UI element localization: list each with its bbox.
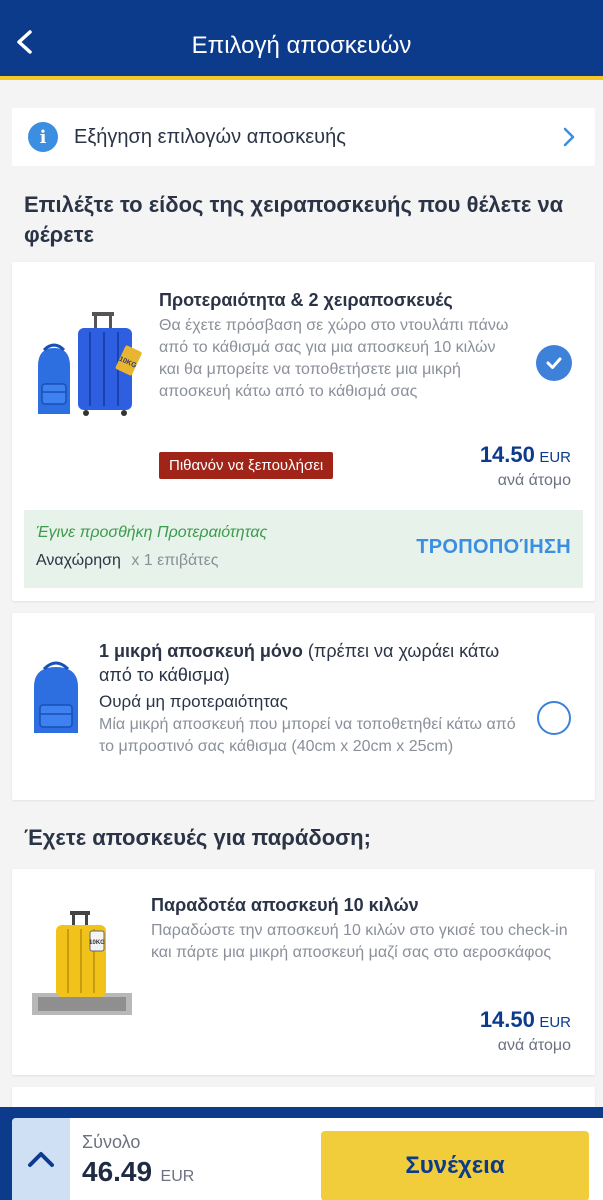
total-amount: 46.49 — [82, 1156, 153, 1187]
checked-bag-price-currency: EUR — [539, 1014, 571, 1031]
priority-bags-illustration: 10KG — [38, 312, 142, 416]
cabin-bag-heading: Επιλέξτε το είδος της χειραποσκευής που … — [24, 192, 564, 247]
priority-option-selected-check[interactable] — [536, 345, 572, 381]
priority-added-details: Αναχώρηση x 1 επιβάτες — [36, 552, 218, 570]
checked-bag-price-amount: 14.50 — [479, 1007, 535, 1032]
small-bag-option-title: 1 μικρή αποσκευή μόνο (πρέπει να χωράει … — [99, 639, 519, 687]
priority-price-amount: 14.50 — [479, 442, 535, 467]
small-bag-title-bold: 1 μικρή αποσκευή μόνο — [99, 641, 303, 661]
may-sell-out-badge: Πιθανόν να ξεπουλήσει — [159, 452, 334, 479]
checked-bag-price-per: ανά άτομο — [497, 1037, 571, 1054]
priority-price-currency: EUR — [539, 449, 571, 466]
checkmark-icon — [546, 357, 562, 369]
priority-price: 14.50 EUR ανά άτομο — [480, 442, 571, 490]
total-currency: EUR — [160, 1168, 195, 1185]
small-bag-queue-label: Ουρά μη προτεραιότητας — [99, 692, 288, 711]
checked-bag-title: Παραδοτέα αποσκευή 10 κιλών — [151, 895, 419, 915]
priority-option-title: Προτεραιότητα & 2 χειραποσκευές — [159, 290, 453, 310]
info-icon: i — [28, 122, 58, 152]
small-bag-radio[interactable] — [537, 701, 571, 735]
priority-option-description: Θα έχετε πρόσβαση σε χώρο στο ντουλάπι π… — [159, 317, 509, 400]
chevron-up-icon — [28, 1152, 54, 1167]
expand-summary-button[interactable] — [12, 1118, 70, 1200]
priority-price-per: ανά άτομο — [497, 472, 571, 489]
checked-bag-description: Παραδώστε την αποσκευή 10 κιλών στο γκισ… — [151, 922, 568, 961]
backpack-illustration — [34, 661, 78, 733]
continue-button[interactable]: Συνέχεια — [321, 1131, 589, 1200]
bottom-summary-bar: Σύνολο 46.49 EUR Συνέχεια — [0, 1107, 603, 1200]
app-header: Επιλογή αποσκευών — [0, 0, 603, 80]
total-label: Σύνολο — [82, 1132, 141, 1152]
priority-option-card[interactable]: 10KG Προτεραιότητα & 2 χειραποσκευές Θα … — [12, 262, 595, 601]
baggage-explanation-label: Εξήγηση επιλογών αποσκευής — [74, 125, 346, 148]
priority-added-passengers: x 1 επιβάτες — [131, 552, 219, 569]
summary-panel: Σύνολο 46.49 EUR Συνέχεια — [12, 1118, 603, 1200]
checked-weight-tag-label: 10KG — [89, 940, 105, 946]
priority-added-direction: Αναχώρηση — [36, 552, 121, 569]
checked-suitcase-illustration: 10KG — [32, 911, 132, 1015]
modify-button[interactable]: ΤΡΟΠΟΠΟΊΗΣΗ — [416, 536, 571, 559]
checked-bag-heading: Έχετε αποσκευές για παράδοση; — [24, 825, 371, 850]
page-title: Επιλογή αποσκευών — [191, 32, 412, 59]
checked-bag-price: 14.50 EUR ανά άτομο — [480, 1007, 571, 1055]
checked-bag-option-card[interactable]: 10KG Παραδοτέα αποσκευή 10 κιλών Παραδώσ… — [12, 869, 595, 1075]
small-bag-description: Μία μικρή αποσκευή που μπορεί να τοποθετ… — [99, 716, 516, 755]
small-bag-option-card[interactable]: 1 μικρή αποσκευή μόνο (πρέπει να χωράει … — [12, 613, 595, 800]
total-value: 46.49 EUR — [82, 1156, 194, 1188]
priority-added-panel: Έγινε προσθήκη Προτεραιότητας Αναχώρηση … — [24, 510, 583, 588]
baggage-explanation-row[interactable]: i Εξήγηση επιλογών αποσκευής — [12, 108, 595, 166]
chevron-right-icon — [563, 127, 575, 147]
priority-added-title: Έγινε προσθήκη Προτεραιότητας — [36, 524, 268, 541]
